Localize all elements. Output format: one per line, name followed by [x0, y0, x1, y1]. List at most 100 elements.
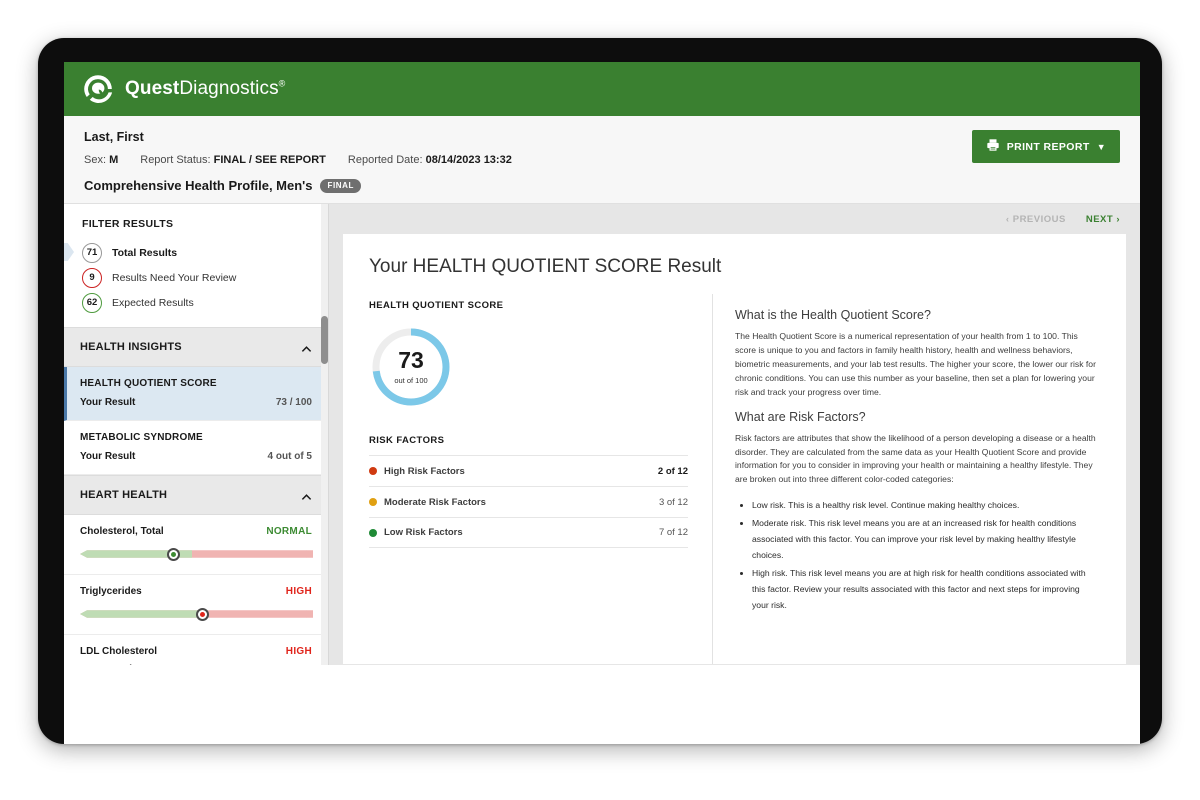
sidebar-item-cholesterol-total[interactable]: Cholesterol, Total NORMAL — [64, 515, 328, 575]
risk-dot-icon — [369, 467, 377, 475]
chevron-down-icon: ▼ — [1097, 142, 1106, 152]
risk-factor-count: 2 of 12 — [658, 466, 688, 477]
insight-title: HEALTH QUOTIENT SCORE — [80, 378, 312, 389]
sidebar-item-ldl-cholesterol[interactable]: LDL Cholesterol HIGH Your Result 117 — [64, 635, 328, 665]
patient-sex: Sex: M — [84, 154, 118, 166]
selection-arrow-icon — [64, 243, 74, 261]
risk-dot-icon — [369, 498, 377, 506]
filter-count-badge: 9 — [82, 268, 102, 288]
status-badge: FINAL — [320, 179, 361, 193]
marker-flag: NORMAL — [266, 526, 312, 537]
gauge-marker — [196, 608, 209, 621]
brand-wordmark: QuestDiagnostics® — [125, 78, 285, 100]
tablet-device-frame: QuestDiagnostics® Last, First Sex: M Rep… — [38, 38, 1162, 744]
info-column: What is the Health Quotient Score? The H… — [713, 294, 1126, 664]
sidebar-scrollbar-thumb[interactable] — [321, 316, 328, 364]
insight-result-value: 4 out of 5 — [268, 451, 312, 462]
marker-name: Triglycerides — [80, 586, 142, 597]
list-item: Moderate risk. This risk level means you… — [752, 516, 1098, 564]
page-title: Your HEALTH QUOTIENT SCORE Result — [343, 234, 1126, 294]
risk-factor-label: High Risk Factors — [384, 466, 658, 477]
result-card: Your HEALTH QUOTIENT SCORE Result HEALTH… — [343, 234, 1126, 664]
risk-factor-label: Low Risk Factors — [384, 527, 659, 538]
results-sidebar: FILTER RESULTS 71 Total Results 9 Result… — [64, 204, 329, 665]
risk-factor-count: 3 of 12 — [659, 497, 688, 508]
filter-item-total[interactable]: 71 Total Results — [82, 240, 310, 265]
insight-title: METABOLIC SYNDROME — [80, 432, 312, 443]
section-header-health-insights[interactable]: HEALTH INSIGHTS — [64, 327, 328, 367]
marker-name: LDL Cholesterol — [80, 646, 157, 657]
filter-count-badge: 62 — [82, 293, 102, 313]
printer-icon — [986, 138, 1000, 155]
filter-results-header: FILTER RESULTS — [64, 204, 328, 240]
insight-result-label: Your Result — [80, 397, 135, 408]
main-panel: ‹ PREVIOUS NEXT › Your HEALTH QUOTIENT S… — [329, 204, 1140, 665]
info-heading-score: What is the Health Quotient Score? — [735, 308, 1098, 322]
filter-label: Total Results — [112, 247, 177, 259]
sidebar-item-triglycerides[interactable]: Triglycerides HIGH — [64, 575, 328, 635]
patient-meta-row: Sex: M Report Status: FINAL / SEE REPORT… — [84, 154, 1120, 166]
chevron-right-icon: › — [1116, 214, 1120, 225]
section-title: HEART HEALTH — [80, 489, 167, 501]
risk-factor-count: 7 of 12 — [659, 527, 688, 538]
insight-result-value: 73 / 100 — [276, 397, 312, 408]
marker-flag: HIGH — [286, 646, 312, 657]
filter-item-needs-review[interactable]: 9 Results Need Your Review — [82, 265, 310, 290]
info-body-risk: Risk factors are attributes that show th… — [735, 432, 1098, 488]
risk-category-list: Low risk. This is a healthy risk level. … — [735, 498, 1098, 613]
range-gauge-icon — [80, 608, 312, 620]
marker-result-label: Your Result — [80, 664, 135, 665]
filter-count-badge: 71 — [82, 243, 102, 263]
brand-name-light: Diagnostics — [179, 78, 278, 99]
sidebar-item-metabolic-syndrome[interactable]: METABOLIC SYNDROME Your Result 4 out of … — [64, 421, 328, 475]
score-value: 73 — [398, 349, 424, 372]
chevron-left-icon: ‹ — [1006, 214, 1010, 225]
panel-title: Comprehensive Health Profile, Men's — [84, 178, 312, 193]
content-area: FILTER RESULTS 71 Total Results 9 Result… — [64, 203, 1140, 665]
info-body-score: The Health Quotient Score is a numerical… — [735, 330, 1098, 400]
list-item: High risk. This risk level means you are… — [752, 566, 1098, 614]
reported-date: Reported Date: 08/14/2023 13:32 — [348, 154, 512, 166]
range-gauge-icon — [80, 548, 312, 560]
print-report-label: PRINT REPORT — [1007, 141, 1090, 153]
section-header-heart-health[interactable]: HEART HEALTH — [64, 475, 328, 515]
patient-header: Last, First Sex: M Report Status: FINAL … — [64, 116, 1140, 203]
quest-swoosh-logo-icon — [82, 73, 114, 105]
result-pager: ‹ PREVIOUS NEXT › — [343, 204, 1126, 234]
filter-label: Expected Results — [112, 297, 194, 309]
panel-title-row: Comprehensive Health Profile, Men's FINA… — [84, 178, 1120, 193]
risk-factor-row-moderate: Moderate Risk Factors 3 of 12 — [369, 486, 688, 517]
chevron-up-icon — [301, 490, 312, 501]
registered-mark: ® — [279, 79, 286, 89]
score-caption: out of 100 — [394, 376, 427, 385]
insight-result-label: Your Result — [80, 451, 135, 462]
risk-factors-header: RISK FACTORS — [369, 435, 688, 446]
gauge-marker — [167, 548, 180, 561]
next-button[interactable]: NEXT › — [1086, 214, 1120, 225]
score-column: HEALTH QUOTIENT SCORE 73 out of 100 — [343, 294, 713, 664]
filter-list: 71 Total Results 9 Results Need Your Rev… — [64, 240, 328, 327]
filter-item-expected[interactable]: 62 Expected Results — [82, 290, 310, 315]
score-header: HEALTH QUOTIENT SCORE — [369, 300, 688, 311]
print-report-button[interactable]: PRINT REPORT ▼ — [972, 130, 1120, 163]
chevron-up-icon — [301, 342, 312, 353]
sidebar-item-health-quotient-score[interactable]: HEALTH QUOTIENT SCORE Your Result 73 / 1… — [64, 367, 328, 421]
previous-button[interactable]: ‹ PREVIOUS — [1006, 214, 1066, 225]
brand-name-bold: Quest — [125, 78, 179, 99]
list-item: Low risk. This is a healthy risk level. … — [752, 498, 1098, 514]
risk-factors-list: High Risk Factors 2 of 12 Moderate Risk … — [369, 455, 688, 548]
report-status: Report Status: FINAL / SEE REPORT — [140, 154, 326, 166]
brand-header: QuestDiagnostics® — [64, 62, 1140, 116]
risk-dot-icon — [369, 529, 377, 537]
section-title: HEALTH INSIGHTS — [80, 341, 182, 353]
donut-gauge-icon: 73 out of 100 — [369, 325, 453, 409]
risk-factor-row-high: High Risk Factors 2 of 12 — [369, 455, 688, 486]
device-screen: QuestDiagnostics® Last, First Sex: M Rep… — [64, 62, 1140, 744]
patient-name: Last, First — [84, 130, 1120, 144]
marker-result-value: 117 — [296, 664, 312, 665]
info-heading-risk: What are Risk Factors? — [735, 410, 1098, 424]
marker-name: Cholesterol, Total — [80, 526, 164, 537]
sidebar-scrollbar[interactable] — [321, 204, 328, 665]
risk-factor-label: Moderate Risk Factors — [384, 497, 659, 508]
marker-flag: HIGH — [286, 586, 312, 597]
